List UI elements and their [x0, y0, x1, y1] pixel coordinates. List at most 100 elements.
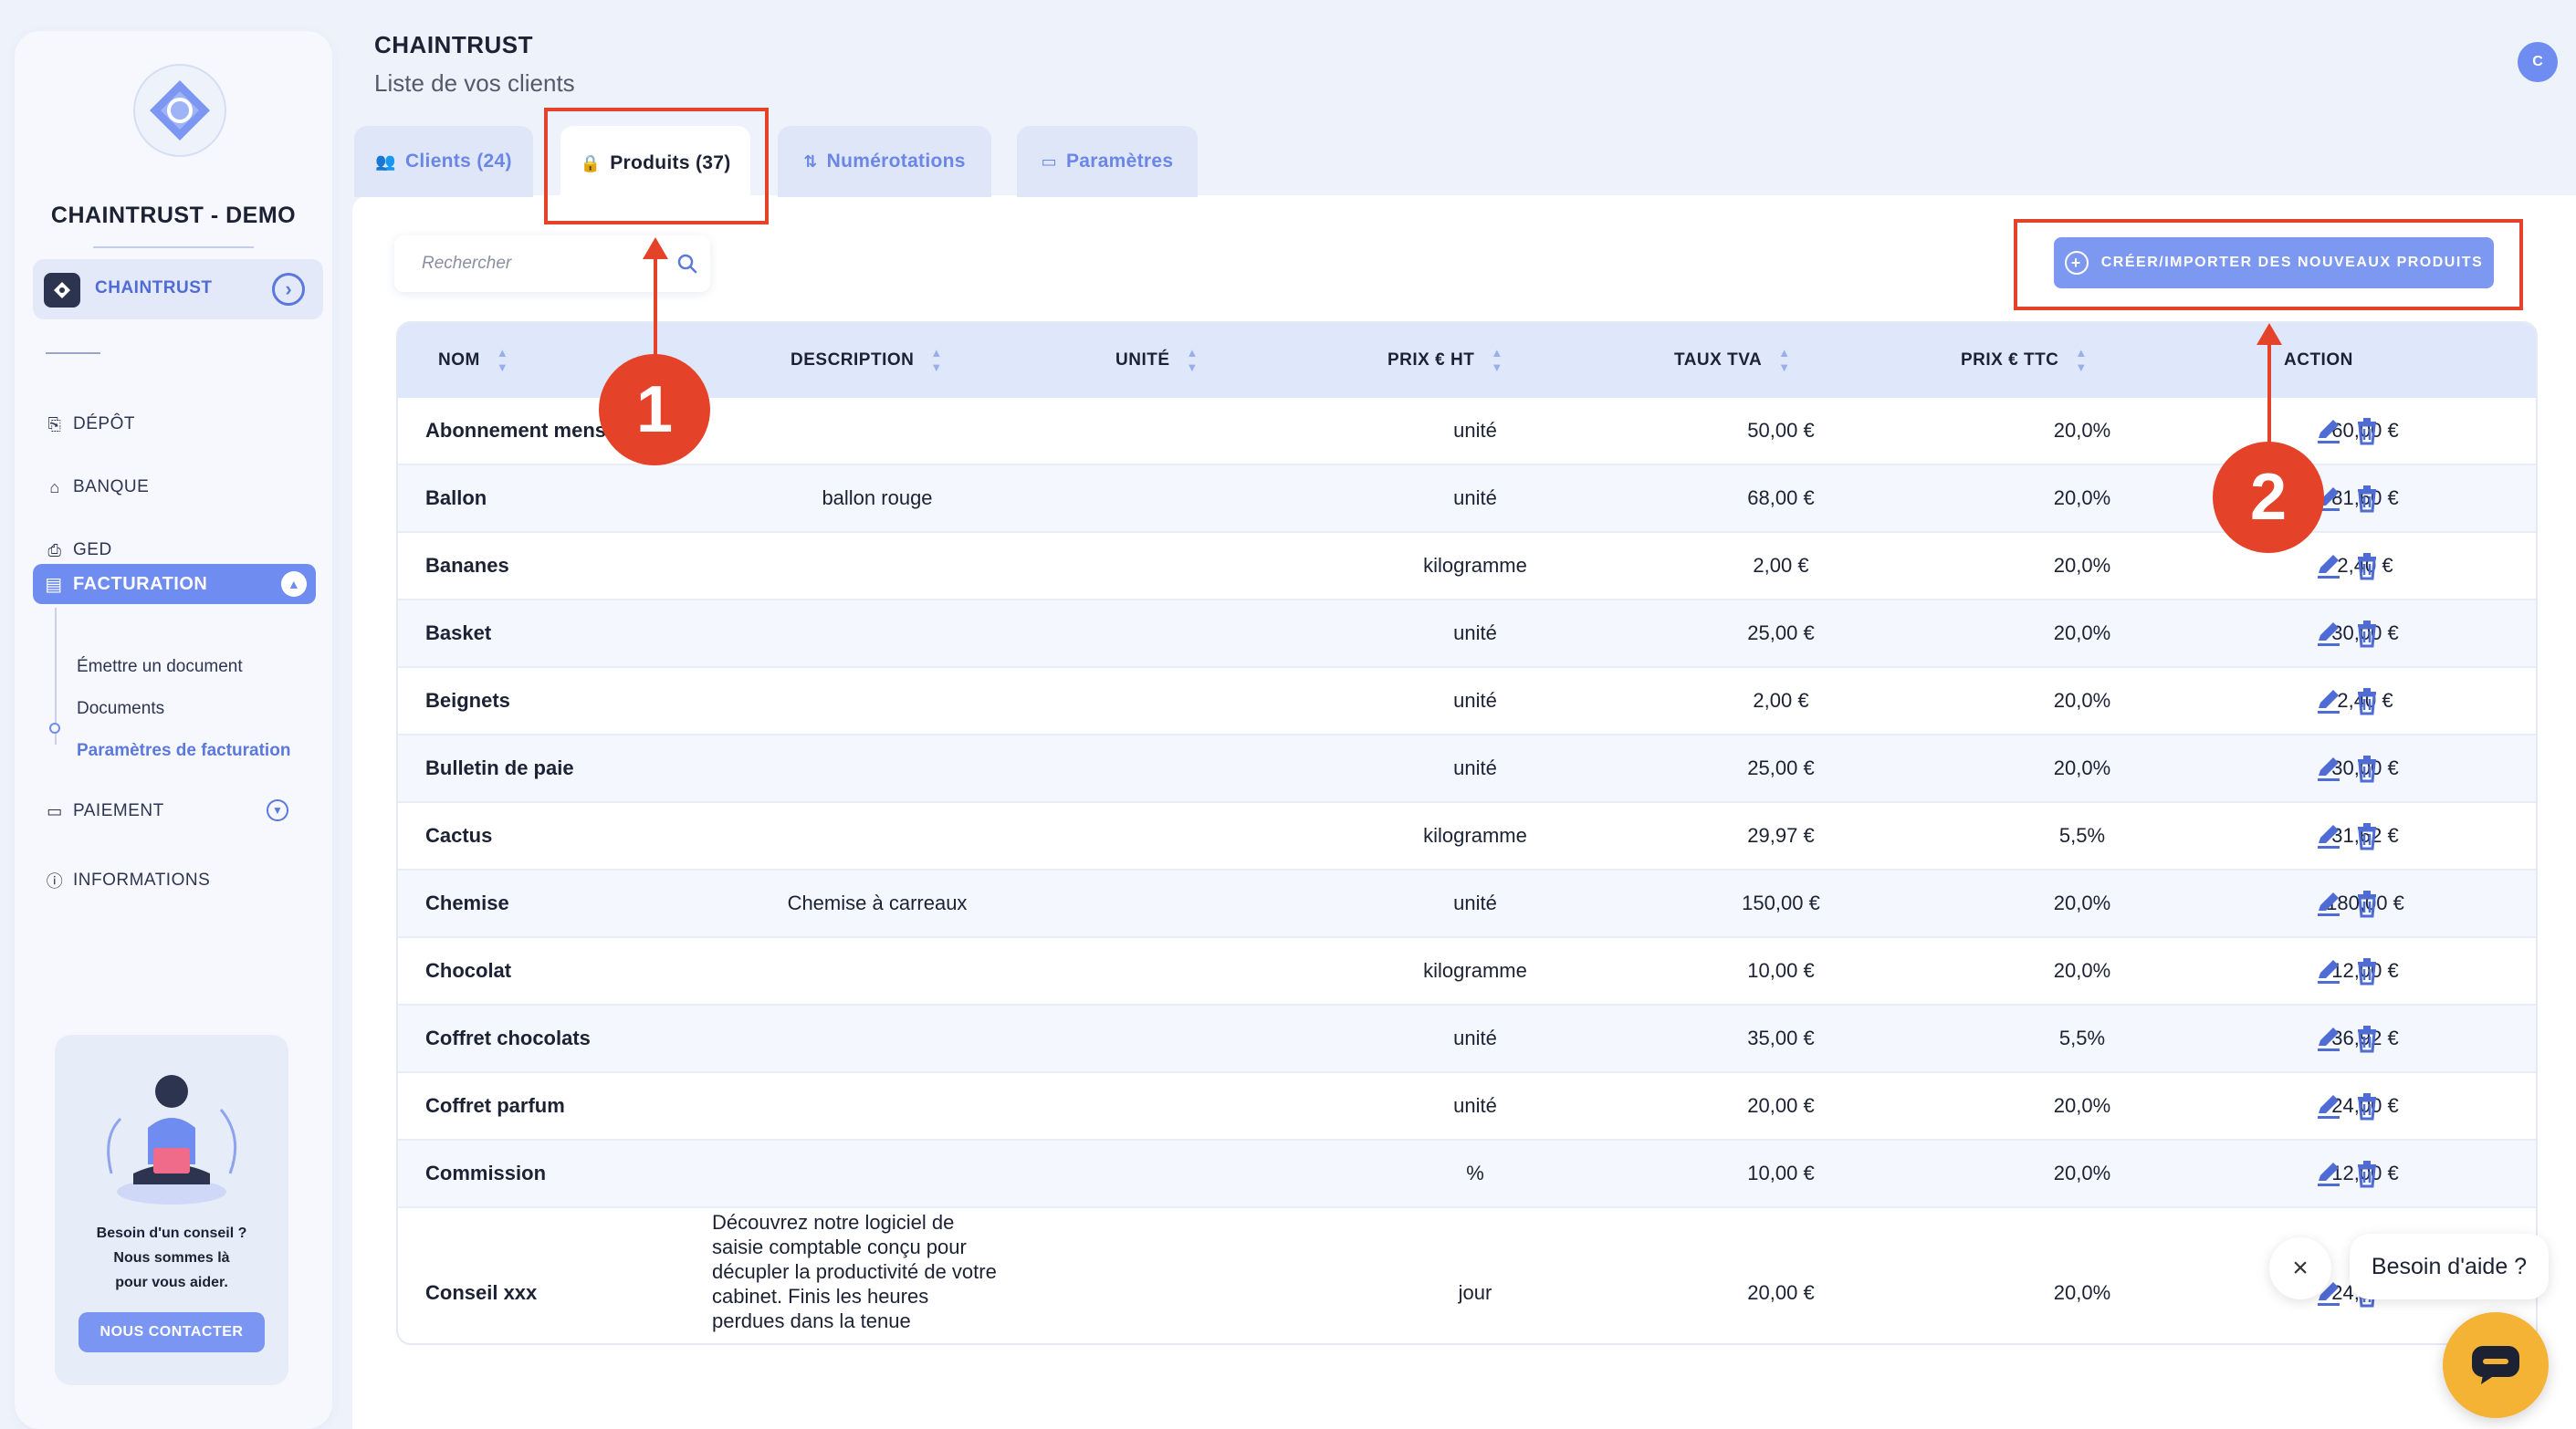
col-action-label: ACTION: [2284, 350, 2353, 370]
nav-facturation[interactable]: ▤ FACTURATION ▲: [33, 564, 316, 604]
sort-icon[interactable]: ▲ ▼: [2075, 346, 2087, 375]
cell-prix-ht: 68,00 €: [1747, 486, 1815, 509]
cell-nom: Beignets: [425, 689, 510, 712]
col-nom[interactable]: NOM ▲ ▼: [438, 323, 508, 398]
nav-informations[interactable]: ⓘ INFORMATIONS: [44, 867, 210, 894]
cell-taux-tva: 20,0%: [2053, 959, 2111, 982]
help-card: Besoin d'un conseil ? Nous sommes là pou…: [55, 1035, 288, 1385]
edit-icon[interactable]: [2315, 686, 2342, 715]
trash-icon[interactable]: [2353, 686, 2381, 715]
chevron-down-icon[interactable]: ▼: [267, 799, 288, 821]
col-taux-tva-label: TAUX TVA: [1674, 350, 1763, 370]
cell-description: [708, 938, 1046, 1004]
sort-icon[interactable]: ▲ ▼: [1491, 346, 1503, 375]
edit-icon[interactable]: [2315, 1024, 2342, 1053]
tab-clients[interactable]: 👥 Clients (24): [354, 126, 533, 197]
cell-taux-tva: 20,0%: [2053, 1162, 2111, 1184]
edit-icon[interactable]: [2315, 754, 2342, 783]
trash-icon[interactable]: [2353, 889, 2381, 918]
company-selector[interactable]: CHAINTRUST ›: [33, 259, 323, 319]
table-row: Cactus kilogramme 29,97 €5,5% 31,62 €: [398, 803, 2536, 871]
edit-icon[interactable]: [2315, 889, 2342, 918]
cell-description: Découvrez notre logiciel de saisie compt…: [712, 1211, 997, 1332]
contact-button[interactable]: NOUS CONTACTER: [79, 1312, 265, 1352]
chevron-right-icon[interactable]: ›: [272, 273, 305, 306]
annotation-box-tab: [544, 108, 769, 224]
brand-underline: [93, 246, 254, 248]
trash-icon[interactable]: [2353, 1091, 2381, 1121]
trash-icon[interactable]: [2353, 1024, 2381, 1053]
col-taux-tva[interactable]: TAUX TVA ▲ ▼: [1674, 323, 1791, 398]
col-description[interactable]: DESCRIPTION ▲ ▼: [791, 323, 943, 398]
search-icon[interactable]: [675, 252, 699, 276]
sort-icon[interactable]: ▲ ▼: [930, 346, 942, 375]
edit-icon[interactable]: [2315, 1091, 2342, 1121]
col-unite[interactable]: UNITÉ ▲ ▼: [1115, 323, 1199, 398]
cell-unite: %: [1466, 1162, 1484, 1184]
tab-numerotations[interactable]: ⇅ Numérotations: [778, 126, 991, 197]
cell-unite: jour: [1458, 1281, 1492, 1304]
trash-icon[interactable]: [2353, 754, 2381, 783]
avatar[interactable]: C: [2518, 42, 2558, 82]
submenu-documents[interactable]: Documents: [77, 699, 164, 719]
nav-depot[interactable]: ⎘ DÉPÔT: [44, 411, 135, 438]
page-title: CHAINTRUST: [374, 31, 533, 58]
sort-arrows-icon: ⇅: [803, 151, 818, 171]
chat-launcher-button[interactable]: [2443, 1312, 2549, 1418]
cell-description: [708, 1141, 1046, 1206]
edit-icon[interactable]: [2315, 619, 2342, 648]
table-row: Coffret parfum unité 20,00 €20,0% 24,00 €: [398, 1073, 2536, 1141]
chevron-up-icon[interactable]: ▲: [281, 571, 307, 597]
chat-bubble[interactable]: Besoin d'aide ?: [2350, 1234, 2549, 1299]
sort-icon[interactable]: ▲ ▼: [497, 346, 508, 375]
trash-icon[interactable]: [2353, 1159, 2381, 1188]
edit-icon[interactable]: [2315, 821, 2342, 850]
cell-action: [2255, 600, 2441, 666]
cell-taux-tva: 20,0%: [2053, 554, 2111, 577]
edit-icon[interactable]: [2315, 551, 2342, 580]
help-line-3: pour vous aider.: [115, 1275, 228, 1290]
table-header: NOM ▲ ▼ DESCRIPTION ▲ ▼ UNITÉ ▲ ▼ PRIX € HT…: [398, 323, 2536, 398]
annotation-arrow-2: [2257, 323, 2282, 345]
trash-icon[interactable]: [2353, 484, 2381, 513]
table-row: Conseil xxx Découvrez notre logiciel de …: [398, 1205, 2536, 1343]
cell-prix-ht: 25,00 €: [1747, 756, 1815, 779]
help-line-1: Besoin d'un conseil ?: [96, 1226, 247, 1241]
sort-icon[interactable]: ▲ ▼: [1187, 346, 1199, 375]
nav-banque[interactable]: ⌂ BANQUE: [44, 474, 149, 501]
edit-icon[interactable]: [2315, 1159, 2342, 1188]
trash-icon[interactable]: [2353, 619, 2381, 648]
cell-unite: unité: [1453, 689, 1497, 712]
edit-icon[interactable]: [2315, 956, 2342, 986]
cell-nom: Basket: [425, 621, 492, 644]
trash-icon[interactable]: [2353, 821, 2381, 850]
annotation-badge-1: 1: [599, 354, 710, 465]
edit-icon[interactable]: [2315, 416, 2342, 445]
trash-icon[interactable]: [2353, 956, 2381, 986]
col-prix-ttc[interactable]: PRIX € TTC ▲ ▼: [1961, 323, 2088, 398]
col-prix-ht[interactable]: PRIX € HT ▲ ▼: [1387, 323, 1503, 398]
cell-description: [708, 600, 1046, 666]
chaintrust-logo: [133, 64, 226, 157]
chat-icon: [2472, 1346, 2519, 1384]
cell-nom: Conseil xxx: [425, 1281, 538, 1304]
users-icon: 👥: [375, 151, 396, 171]
cell-unite: kilogramme: [1423, 824, 1527, 847]
submenu-emettre[interactable]: Émettre un document: [77, 657, 243, 677]
sort-icon[interactable]: ▲ ▼: [1778, 346, 1790, 375]
cell-unite: unité: [1453, 1027, 1497, 1049]
chat-close-button[interactable]: ×: [2269, 1237, 2331, 1299]
trash-icon[interactable]: [2353, 551, 2381, 580]
card-icon: ▭: [47, 801, 63, 820]
nav-paiement[interactable]: ▭ PAIEMENT: [44, 798, 164, 825]
annotation-box-create: [2014, 219, 2523, 310]
submenu-parametres-facturation[interactable]: Paramètres de facturation: [77, 741, 290, 761]
cell-prix-ht: 150,00 €: [1742, 892, 1820, 914]
close-icon: ×: [2292, 1253, 2309, 1283]
tab-parametres[interactable]: ▭ Paramètres: [1017, 126, 1198, 197]
cell-taux-tva: 20,0%: [2053, 892, 2111, 914]
nav-ged[interactable]: ⎙ GED: [44, 537, 112, 564]
document-icon: ⎙: [47, 540, 62, 559]
search-input[interactable]: [394, 235, 659, 292]
trash-icon[interactable]: [2353, 416, 2381, 445]
